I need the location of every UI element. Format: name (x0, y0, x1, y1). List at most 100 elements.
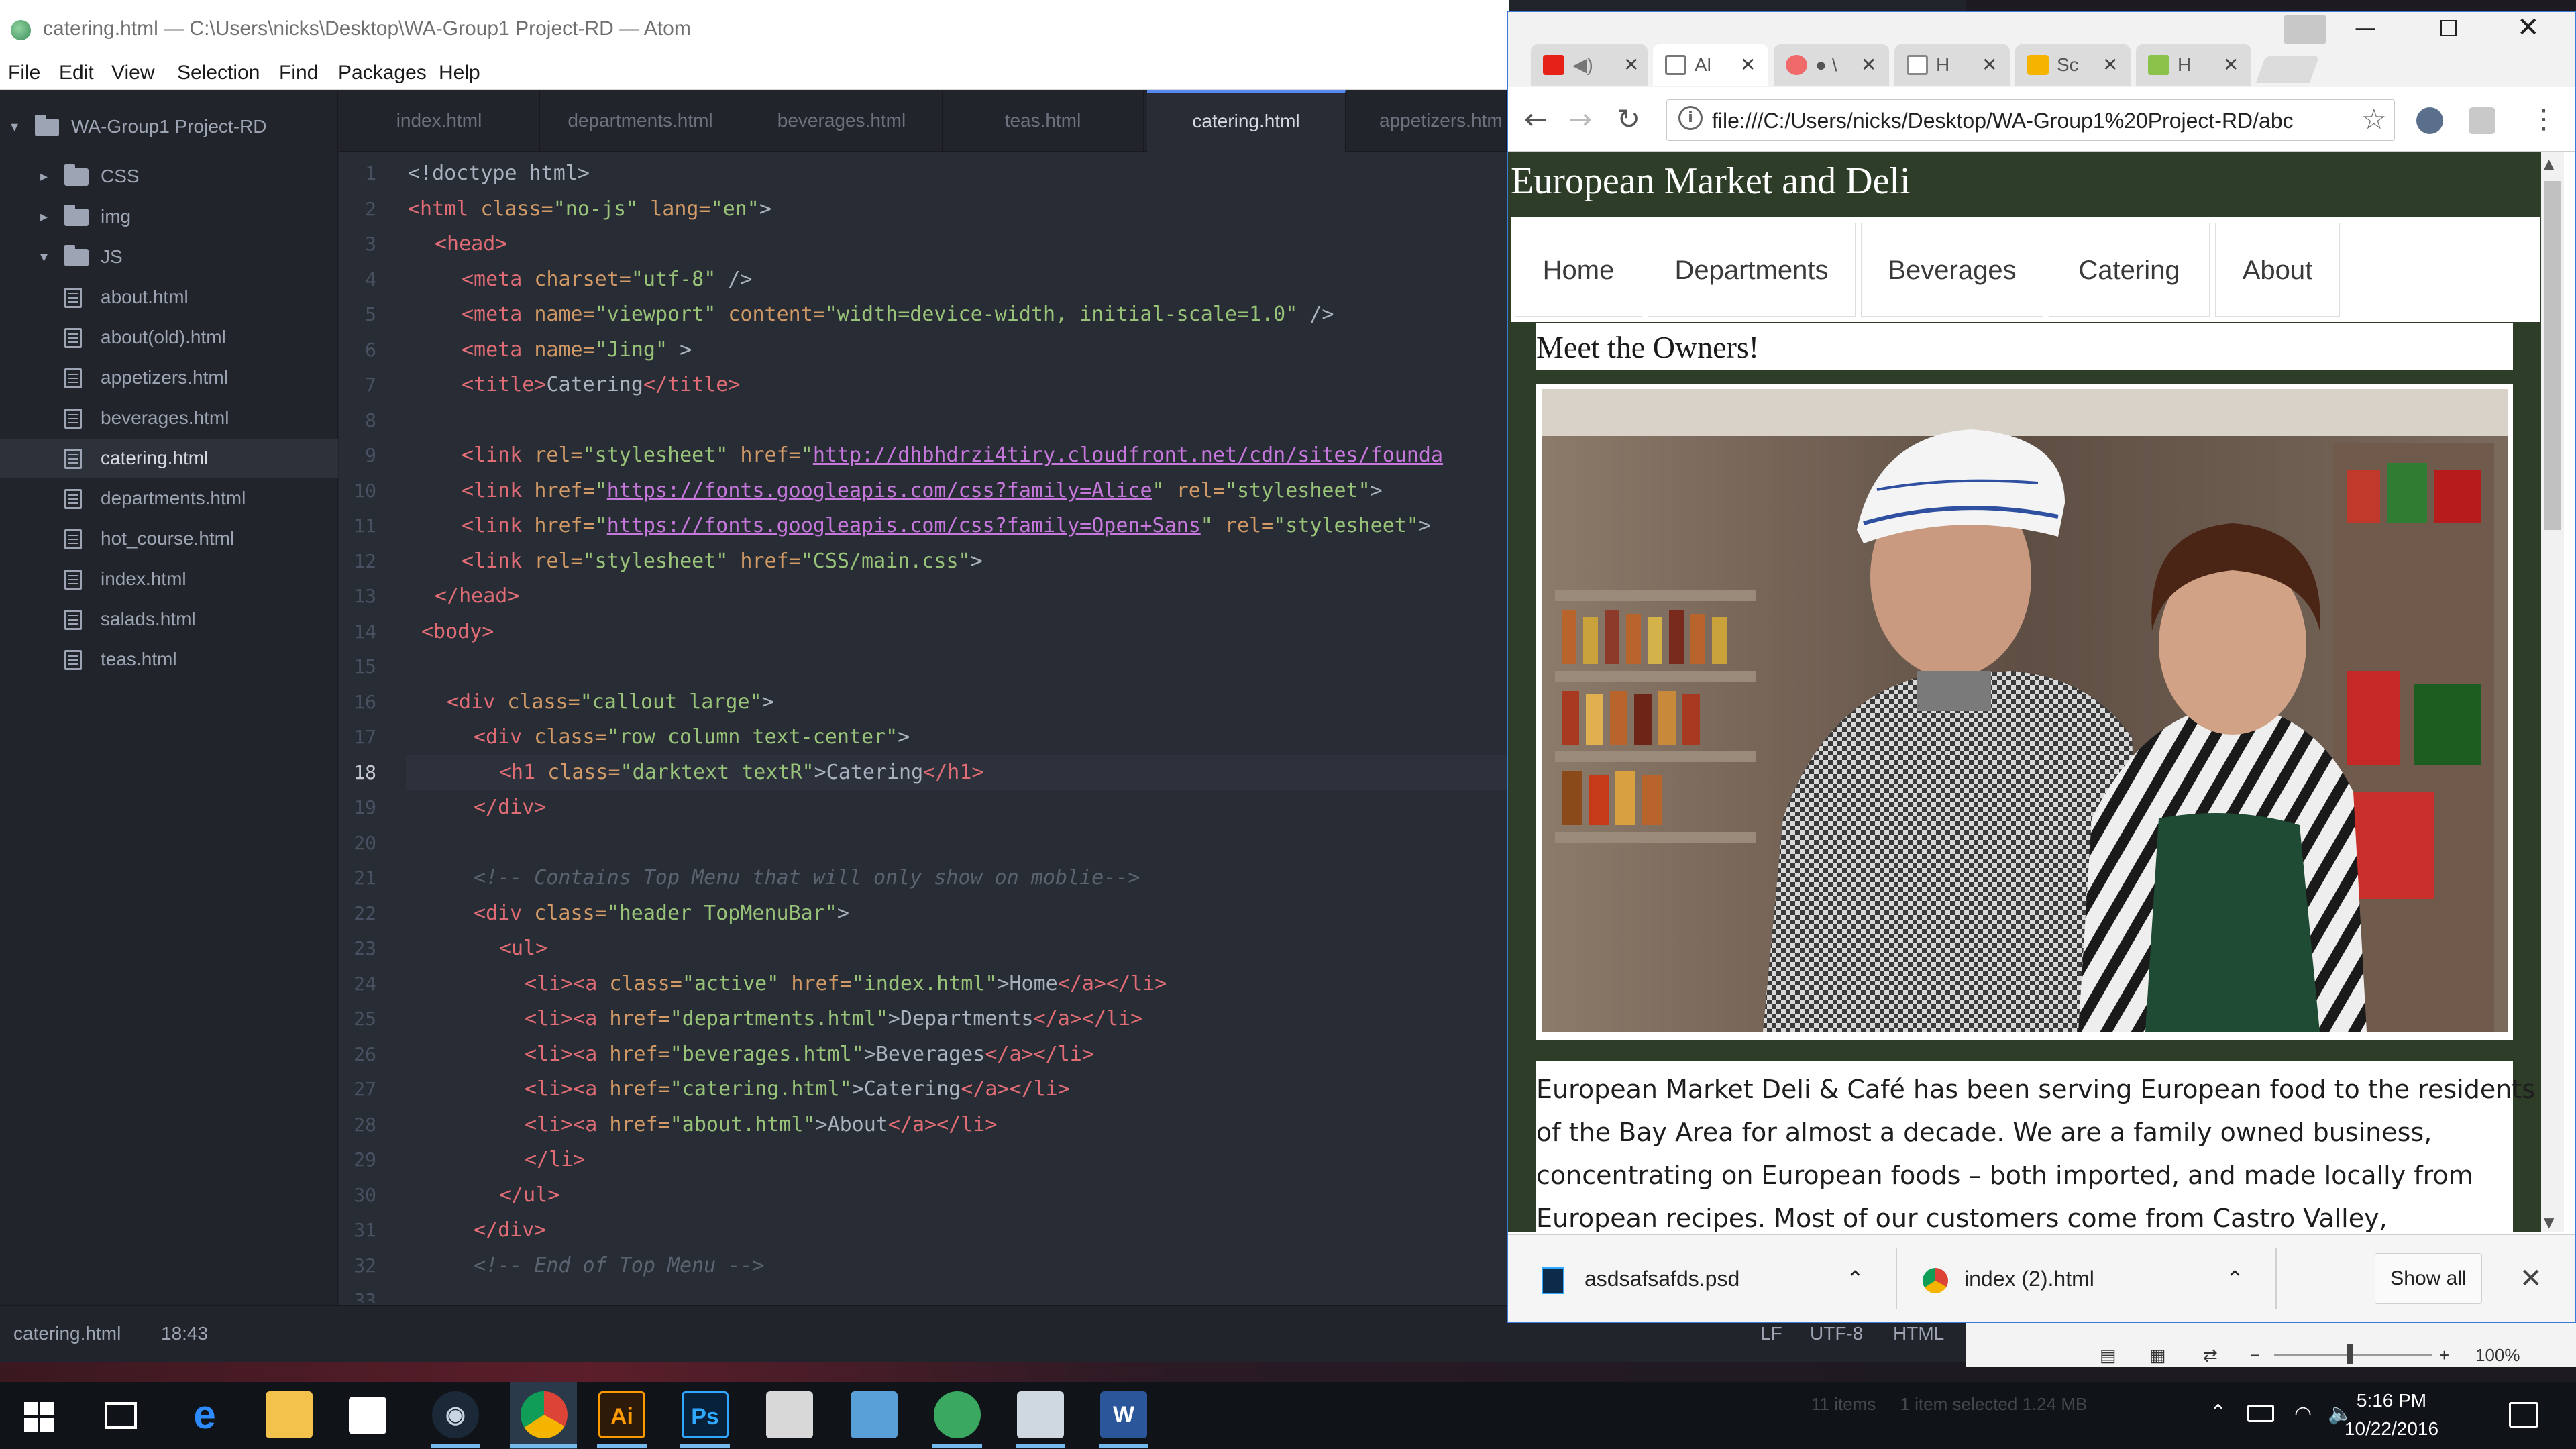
battery-icon[interactable] (2247, 1405, 2274, 1422)
forward-icon[interactable]: → (1568, 101, 1592, 138)
line-number: 5 (365, 303, 376, 325)
code-line: <body> (421, 620, 494, 643)
show-all-downloads-button[interactable]: Show all (2375, 1253, 2482, 1304)
wifi-icon[interactable]: ◠ (2294, 1402, 2312, 1426)
tab-beverages[interactable]: beverages.html (741, 90, 943, 152)
explorer-view-tiles-icon[interactable]: ▦ (2149, 1342, 2166, 1368)
tree-project-root[interactable]: ▾ WA-Group1 Project-RD (0, 107, 338, 146)
site-nav-departments[interactable]: Departments (1648, 223, 1856, 317)
file-explorer-icon[interactable] (266, 1391, 313, 1438)
menu-file[interactable]: File (8, 56, 40, 90)
site-nav-beverages[interactable]: Beverages (1861, 223, 2043, 317)
unity-icon[interactable] (766, 1391, 813, 1438)
reload-icon[interactable]: ↻ (1617, 101, 1640, 138)
tree-item-hot-course[interactable]: hot_course.html (0, 519, 338, 558)
tree-item-about[interactable]: about.html (0, 278, 338, 317)
chrome-tab-youtube[interactable]: ◀) ✕ (1531, 44, 1648, 86)
download-item-psd[interactable]: asdsafsafds.psd (1542, 1249, 1739, 1308)
tree-item-beverages[interactable]: beverages.html (0, 398, 338, 437)
tree-item-css[interactable]: ▸ CSS (0, 157, 338, 196)
tab-appetizers[interactable]: appetizers.htm (1346, 90, 1507, 152)
scroll-down-icon[interactable]: ▼ (2544, 1214, 2554, 1230)
chrome-menu-icon[interactable]: ⋮ (2530, 101, 2557, 138)
close-icon[interactable]: ✕ (1861, 44, 1876, 86)
tree-item-about-old[interactable]: about(old).html (0, 318, 338, 357)
steam-icon[interactable]: ◉ (432, 1391, 479, 1438)
downloads-close-icon[interactable]: ✕ (2520, 1258, 2542, 1299)
close-icon[interactable]: ✕ (1740, 44, 1756, 86)
explorer-tool-icon[interactable]: ⇄ (2203, 1342, 2218, 1368)
word-icon[interactable]: W (1100, 1391, 1147, 1438)
clock-time[interactable]: 5:16 PM (2334, 1386, 2449, 1415)
chrome-tab-sheets[interactable]: H ✕ (2136, 44, 2251, 86)
zoom-slider-thumb[interactable] (2347, 1344, 2353, 1364)
menu-find[interactable]: Find (279, 56, 318, 90)
menu-selection[interactable]: Selection (177, 56, 260, 90)
tree-item-departments[interactable]: departments.html (0, 479, 338, 518)
action-center-icon[interactable] (2509, 1402, 2538, 1428)
extension-eye-icon[interactable] (2416, 107, 2443, 134)
close-icon[interactable]: ✕ (2223, 44, 2239, 86)
site-nav-home[interactable]: Home (1515, 223, 1642, 317)
clock-date[interactable]: 10/22/2016 (2321, 1414, 2462, 1444)
menu-help[interactable]: Help (439, 56, 480, 90)
back-icon[interactable]: ← (1524, 101, 1548, 138)
close-icon[interactable]: ✕ (1623, 44, 1639, 86)
maximize-icon[interactable] (2440, 20, 2457, 36)
close-icon[interactable]: ✕ (1982, 44, 1997, 86)
code-line: </head> (435, 584, 520, 608)
tree-item-salads[interactable]: salads.html (0, 600, 338, 639)
explorer-view-details-icon[interactable]: ▤ (2100, 1342, 2116, 1368)
download-item-html[interactable]: index (2).html (1923, 1249, 2094, 1308)
minimize-icon[interactable]: — (2355, 15, 2376, 40)
menu-edit[interactable]: Edit (59, 56, 94, 90)
extension-pdf-icon[interactable] (2469, 107, 2496, 134)
computer-icon[interactable] (1017, 1391, 1064, 1438)
tray-chevron-up-icon[interactable]: ⌃ (2210, 1401, 2226, 1424)
status-cursor-position[interactable]: 18:43 (161, 1305, 208, 1362)
menu-packages[interactable]: Packages (338, 56, 427, 90)
download-chevron-up-icon[interactable]: ⌃ (1846, 1249, 1864, 1308)
new-tab-button[interactable] (2255, 56, 2320, 83)
scrollbar-thumb[interactable] (2544, 181, 2561, 530)
tab-index[interactable]: index.html (339, 90, 540, 152)
atom-taskbar-icon[interactable] (934, 1391, 981, 1438)
task-view-icon[interactable] (105, 1402, 137, 1429)
illustrator-icon[interactable]: Ai (598, 1391, 645, 1438)
profile-avatar-icon[interactable] (2284, 15, 2326, 44)
tree-item-appetizers[interactable]: appetizers.html (0, 358, 338, 397)
status-file-name[interactable]: catering.html (13, 1305, 121, 1362)
tab-catering[interactable]: catering.html (1147, 90, 1346, 152)
site-nav-catering[interactable]: Catering (2049, 223, 2210, 317)
chrome-tab-slides[interactable]: Sc ✕ (2015, 44, 2131, 86)
chrome-taskbar-icon[interactable] (521, 1391, 568, 1438)
tree-item-js[interactable]: ▾ JS (0, 237, 338, 276)
bookmark-star-icon[interactable]: ☆ (2361, 99, 2387, 140)
menu-view[interactable]: View (111, 56, 154, 90)
tree-item-label: catering.html (101, 447, 209, 468)
tab-teas[interactable]: teas.html (943, 90, 1144, 152)
tab-departments[interactable]: departments.html (540, 90, 741, 152)
tree-item-img[interactable]: ▸ img (0, 197, 338, 236)
zoom-slider-track[interactable] (2274, 1354, 2432, 1356)
start-button-windows-icon[interactable] (24, 1402, 54, 1432)
download-chevron-up-icon[interactable]: ⌃ (2226, 1249, 2244, 1308)
scroll-up-icon[interactable]: ▲ (2544, 156, 2554, 172)
site-nav-about[interactable]: About (2215, 223, 2340, 317)
photoshop-icon[interactable]: Ps (682, 1391, 729, 1438)
address-bar-url[interactable]: file:///C:/Users/nicks/Desktop/WA-Group1… (1712, 102, 2356, 140)
tree-item-catering[interactable]: catering.html (0, 439, 338, 478)
close-icon[interactable]: ✕ (2102, 44, 2118, 86)
tree-item-teas[interactable]: teas.html (0, 640, 338, 679)
store-icon[interactable] (349, 1397, 386, 1434)
edge-icon[interactable]: e (181, 1391, 228, 1438)
info-icon[interactable]: i (1678, 106, 1703, 130)
zoom-in-icon[interactable]: + (2439, 1342, 2449, 1368)
zoom-out-icon[interactable]: − (2250, 1342, 2260, 1368)
tree-item-index[interactable]: index.html (0, 559, 338, 598)
chrome-tab-page[interactable]: H ✕ (1894, 44, 2010, 86)
window-close-icon[interactable]: ✕ (2517, 12, 2540, 43)
chrome-tab-asana[interactable]: ● \ ✕ (1774, 44, 1889, 86)
chrome-tab-active[interactable]: Al ✕ (1653, 44, 1768, 86)
notepad-icon[interactable] (851, 1391, 898, 1438)
